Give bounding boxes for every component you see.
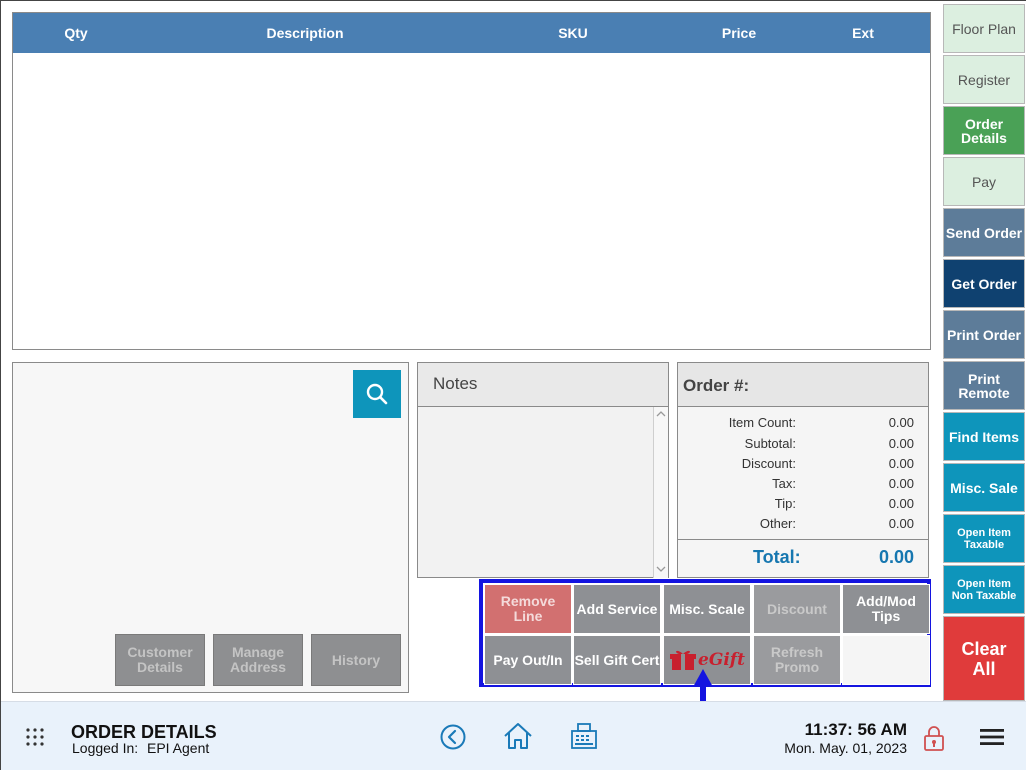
add-service-button[interactable]: Add Service — [573, 584, 661, 634]
discount-button[interactable]: Discount — [753, 584, 841, 634]
logged-in-label: Logged In: — [72, 740, 139, 756]
column-header-description: Description — [266, 25, 344, 41]
egift-label: eGift — [698, 649, 745, 670]
item-count-label: Item Count: — [728, 415, 796, 430]
sidebar-item-open-item-non-taxable[interactable]: Open Item Non Taxable — [943, 565, 1025, 614]
customer-search-button[interactable] — [353, 370, 401, 418]
scroll-up-icon — [656, 411, 666, 417]
customer-details-button[interactable]: Customer Details — [115, 634, 205, 686]
total-divider — [678, 539, 928, 540]
notes-textarea[interactable] — [418, 406, 668, 578]
footer-bar: ORDER DETAILS Logged In: EPI Agent 11:37… — [1, 701, 1026, 770]
notes-scrollbar[interactable] — [653, 407, 668, 578]
sidebar-item-order-details[interactable]: Order Details — [943, 106, 1025, 155]
item-count-value: 0.00 — [888, 415, 914, 430]
other-label: Other: — [759, 516, 796, 531]
sidebar-item-print-remote[interactable]: Print Remote — [943, 361, 1025, 410]
table-header: Qty Description SKU Price Ext — [13, 13, 930, 53]
tax-label: Tax: — [772, 476, 796, 491]
right-sidebar: Floor Plan Register Order Details Pay Se… — [943, 1, 1026, 701]
order-summary-header: Order #: — [678, 363, 928, 407]
cash-register-icon[interactable] — [569, 722, 599, 750]
sidebar-item-find-items[interactable]: Find Items — [943, 412, 1025, 461]
manage-address-button[interactable]: Manage Address — [213, 634, 303, 686]
column-header-qty: Qty — [64, 25, 88, 41]
order-items-table[interactable]: Qty Description SKU Price Ext — [12, 12, 931, 350]
clock-time: 11:37: 56 AM — [804, 720, 907, 739]
logged-in-user: EPI Agent — [147, 740, 210, 756]
lock-icon[interactable] — [923, 724, 945, 752]
discount-value: 0.00 — [888, 456, 914, 471]
gift-box-icon — [670, 650, 697, 670]
sidebar-item-clear-all[interactable]: Clear All — [943, 616, 1025, 701]
app-window: Qty Description SKU Price Ext Customer D… — [0, 0, 1026, 770]
scroll-down-icon — [656, 566, 666, 572]
add-mod-tips-button[interactable]: Add/Mod Tips — [842, 584, 930, 634]
clock-date: Mon. May. 01, 2023 — [784, 740, 907, 756]
discount-label: Discount: — [741, 456, 796, 471]
misc-scale-button[interactable]: Misc. Scale — [663, 584, 751, 634]
back-circle-icon[interactable] — [440, 724, 466, 750]
column-header-ext: Ext — [852, 25, 874, 41]
customer-panel: Customer Details Manage Address History — [12, 362, 409, 693]
order-summary-panel: Order #: Item Count: 0.00 Subtotal: 0.00… — [677, 362, 929, 578]
tax-value: 0.00 — [888, 476, 914, 491]
order-number-label: Order #: — [683, 376, 750, 395]
notes-title: Notes — [433, 374, 478, 393]
sidebar-item-open-item-taxable[interactable]: Open Item Taxable — [943, 514, 1025, 563]
empty-action-slot — [842, 635, 930, 685]
sell-gift-cert-button[interactable]: Sell Gift Cert — [573, 635, 661, 685]
refresh-promo-button[interactable]: Refresh Promo — [753, 635, 841, 685]
sidebar-item-pay[interactable]: Pay — [943, 157, 1025, 206]
sidebar-item-misc-sale[interactable]: Misc. Sale — [943, 463, 1025, 512]
column-header-sku: SKU — [558, 25, 588, 41]
total-value: 0.00 — [878, 547, 914, 567]
sidebar-item-get-order[interactable]: Get Order — [943, 259, 1025, 308]
notes-panel: Notes — [417, 362, 669, 578]
column-header-price: Price — [721, 25, 757, 41]
home-icon[interactable] — [503, 722, 533, 750]
sidebar-item-send-order[interactable]: Send Order — [943, 208, 1025, 257]
hamburger-menu-icon[interactable] — [980, 727, 1004, 747]
subtotal-label: Subtotal: — [744, 436, 796, 451]
sidebar-item-floor-plan[interactable]: Floor Plan — [943, 4, 1025, 53]
apps-grid-icon[interactable] — [25, 727, 45, 747]
other-value: 0.00 — [888, 516, 914, 531]
subtotal-value: 0.00 — [888, 436, 914, 451]
tip-label: Tip: — [774, 496, 796, 511]
sidebar-item-register[interactable]: Register — [943, 55, 1025, 104]
pay-out-in-button[interactable]: Pay Out/In — [484, 635, 572, 685]
total-label: Total: — [753, 547, 801, 567]
sidebar-item-print-order[interactable]: Print Order — [943, 310, 1025, 359]
remove-line-button[interactable]: Remove Line — [484, 584, 572, 634]
history-button[interactable]: History — [311, 634, 401, 686]
tip-value: 0.00 — [888, 496, 914, 511]
search-icon — [366, 383, 388, 405]
